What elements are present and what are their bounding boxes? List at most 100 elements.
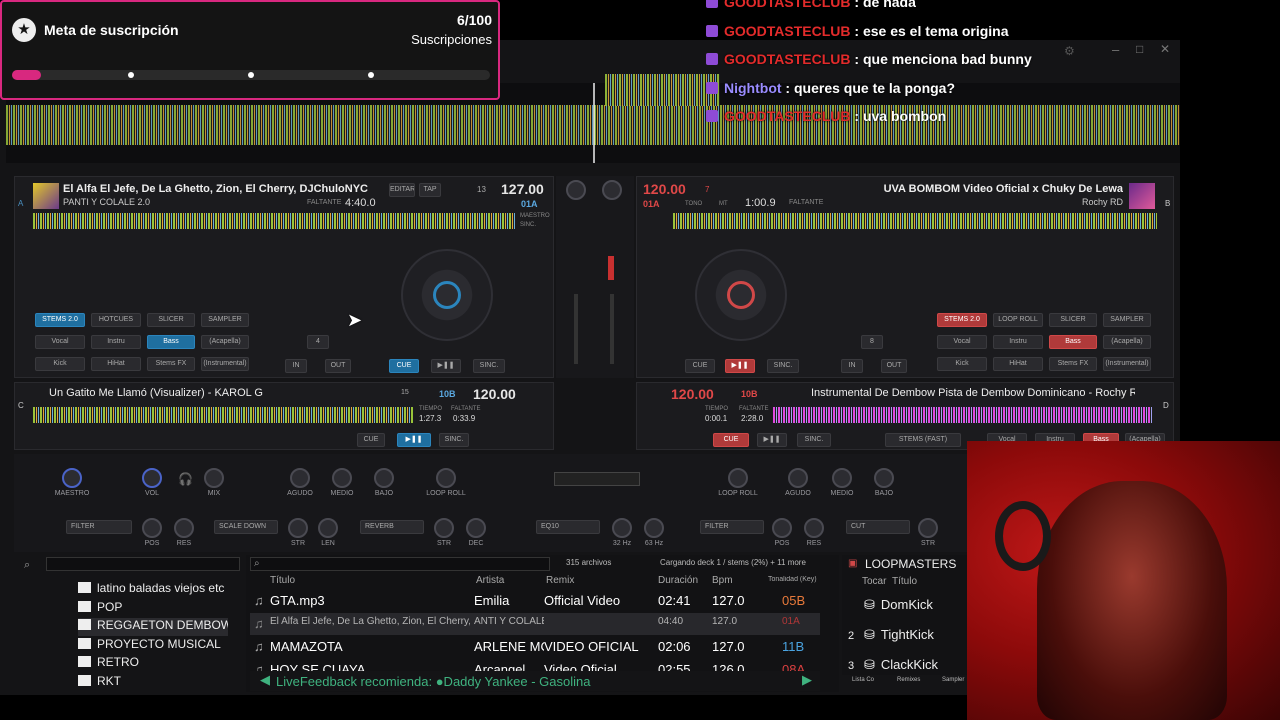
col-artist[interactable]: Artista <box>476 575 504 586</box>
eq63-knob[interactable] <box>644 518 664 538</box>
loop-roll-knob-b[interactable] <box>728 468 748 488</box>
eq-low-knob-b[interactable] <box>874 468 894 488</box>
play-button[interactable]: ▶❚❚ <box>725 359 755 373</box>
table-row[interactable]: ♫ HOY SE CUAYA Arcangel Video Oficial 02:55 1… <box>250 659 820 671</box>
sampler-tab[interactable]: SAMPLER <box>201 313 249 327</box>
headphones-icon[interactable]: 🎧 <box>178 472 193 486</box>
cue-button[interactable]: CUE <box>685 359 715 373</box>
str-knob-2[interactable] <box>434 518 454 538</box>
play-button[interactable]: ▶❚❚ <box>397 433 431 447</box>
pad-kick[interactable]: Kick <box>35 357 85 371</box>
loop-in-button[interactable]: IN <box>841 359 863 373</box>
str-knob[interactable] <box>288 518 308 538</box>
hotcues-tab[interactable]: HOTCUES <box>91 313 141 327</box>
deck-waveform[interactable] <box>673 213 1157 229</box>
pad-hihat[interactable]: HiHat <box>993 357 1043 371</box>
edit-button[interactable]: EDITAR <box>389 183 415 197</box>
res-knob[interactable] <box>174 518 194 538</box>
pad-stems-fx[interactable]: Stems FX <box>1049 357 1097 371</box>
sync-button[interactable]: SINC. <box>767 359 799 373</box>
eq-low-knob-a[interactable] <box>374 468 394 488</box>
folder-item[interactable]: RETRO <box>78 655 228 673</box>
fx-select-reverb[interactable]: REVERB <box>360 520 424 534</box>
sync-button[interactable]: SINC. <box>473 359 505 373</box>
table-row[interactable]: ♫ GTA.mp3 Emilia Official Video 02:41 127.0 05… <box>250 590 820 612</box>
jog-wheel[interactable] <box>695 249 787 341</box>
bottom-tab[interactable]: Sampler <box>942 677 964 683</box>
gain-knob-b[interactable] <box>602 180 622 200</box>
volume-fader-b[interactable] <box>610 294 614 364</box>
loop-out-button[interactable]: OUT <box>325 359 351 373</box>
close-icon[interactable]: ✕ <box>1160 42 1170 56</box>
livefeedback-text[interactable]: LiveFeedback recomienda: ●Daddy Yankee -… <box>276 674 591 689</box>
str-knob-b[interactable] <box>918 518 938 538</box>
col-title[interactable]: Título <box>270 575 295 586</box>
settings-icon[interactable]: ⚙ <box>1064 44 1075 58</box>
pad-vocal[interactable]: Vocal <box>937 335 987 349</box>
folder-item[interactable]: REGGAETON DEMBOW BR <box>78 618 228 636</box>
pad-instru[interactable]: Instru <box>993 335 1043 349</box>
loop-roll-tab[interactable]: LOOP ROLL <box>993 313 1043 327</box>
track-search-input[interactable] <box>250 557 550 571</box>
folder-item[interactable]: RKT <box>78 674 228 692</box>
slicer-tab[interactable]: SLICER <box>1049 313 1097 327</box>
loop-length[interactable]: 8 <box>861 335 883 349</box>
eq-high-knob-b[interactable] <box>788 468 808 488</box>
sampler-tab[interactable]: SAMPLER <box>1103 313 1151 327</box>
col-duration[interactable]: Duración <box>658 575 698 586</box>
eq-mid-knob-b[interactable] <box>832 468 852 488</box>
len-knob[interactable] <box>318 518 338 538</box>
minimize-icon[interactable]: – <box>1112 42 1119 57</box>
deck-waveform[interactable] <box>773 407 1153 423</box>
search-icon[interactable]: ⌕ <box>24 559 30 572</box>
pad-acapella[interactable]: (Acapella) <box>201 335 249 349</box>
deck-waveform[interactable] <box>33 213 515 229</box>
pad-bass[interactable]: Bass <box>1049 335 1097 349</box>
pad-instru[interactable]: Instru <box>91 335 141 349</box>
cue-button[interactable]: CUE <box>713 433 749 447</box>
crossfader[interactable] <box>554 472 640 486</box>
pad-stems-fx[interactable]: Stems FX <box>147 357 195 371</box>
deck-waveform[interactable] <box>33 407 413 423</box>
arrow-right-icon[interactable]: ▶ <box>802 672 812 688</box>
col-bpm[interactable]: Bpm <box>712 575 733 586</box>
loop-in-button[interactable]: IN <box>285 359 307 373</box>
table-row[interactable]: ♫ MAMAZOTA ARLENE MC VIDEO OFICIAL 02:06 127.… <box>250 636 820 658</box>
eq-mid-knob-a[interactable] <box>332 468 352 488</box>
pad-kick[interactable]: Kick <box>937 357 987 371</box>
sync-button[interactable]: SINC. <box>797 433 831 447</box>
loop-out-button[interactable]: OUT <box>881 359 907 373</box>
fx-select-filter[interactable]: FILTER <box>66 520 132 534</box>
pad-hihat[interactable]: HiHat <box>91 357 141 371</box>
cue-button[interactable]: CUE <box>389 359 419 373</box>
col-remix[interactable]: Remix <box>546 575 574 586</box>
pos-knob[interactable] <box>142 518 162 538</box>
col-key[interactable]: Tonalidad (Key) <box>768 576 820 583</box>
bottom-tab[interactable]: Lista Co <box>852 677 874 683</box>
folder-item[interactable]: latino baladas viejos etc <box>78 581 228 599</box>
pad-vocal[interactable]: Vocal <box>35 335 85 349</box>
stems-tab[interactable]: STEMS 2.0 <box>35 313 85 327</box>
slicer-tab[interactable]: SLICER <box>147 313 195 327</box>
loop-item[interactable]: 3 ⛁ ClackKick <box>848 657 966 671</box>
fx-select-cut[interactable]: CUT <box>846 520 910 534</box>
tap-button[interactable]: TAP <box>419 183 441 197</box>
loop-length[interactable]: 4 <box>307 335 329 349</box>
eq32-knob[interactable] <box>612 518 632 538</box>
arrow-left-icon[interactable]: ◀ <box>260 672 270 688</box>
play-button[interactable]: ▶❚❚ <box>431 359 461 373</box>
pad-acapella[interactable]: (Acapella) <box>1103 335 1151 349</box>
play-button[interactable]: ▶❚❚ <box>757 433 787 447</box>
volume-fader-a[interactable] <box>574 294 578 364</box>
dec-knob[interactable] <box>466 518 486 538</box>
stems-tab[interactable]: STEMS 2.0 <box>937 313 987 327</box>
eq-high-knob-a[interactable] <box>290 468 310 488</box>
sync-button[interactable]: SINC. <box>439 433 469 447</box>
res-knob-b[interactable] <box>804 518 824 538</box>
pos-knob-b[interactable] <box>772 518 792 538</box>
pad-bass[interactable]: Bass <box>147 335 195 349</box>
fx-select-filter-b[interactable]: FILTER <box>700 520 764 534</box>
master-knob[interactable] <box>62 468 82 488</box>
gain-knob-a[interactable] <box>566 180 586 200</box>
fx-select-scaledown[interactable]: SCALE DOWN <box>214 520 278 534</box>
